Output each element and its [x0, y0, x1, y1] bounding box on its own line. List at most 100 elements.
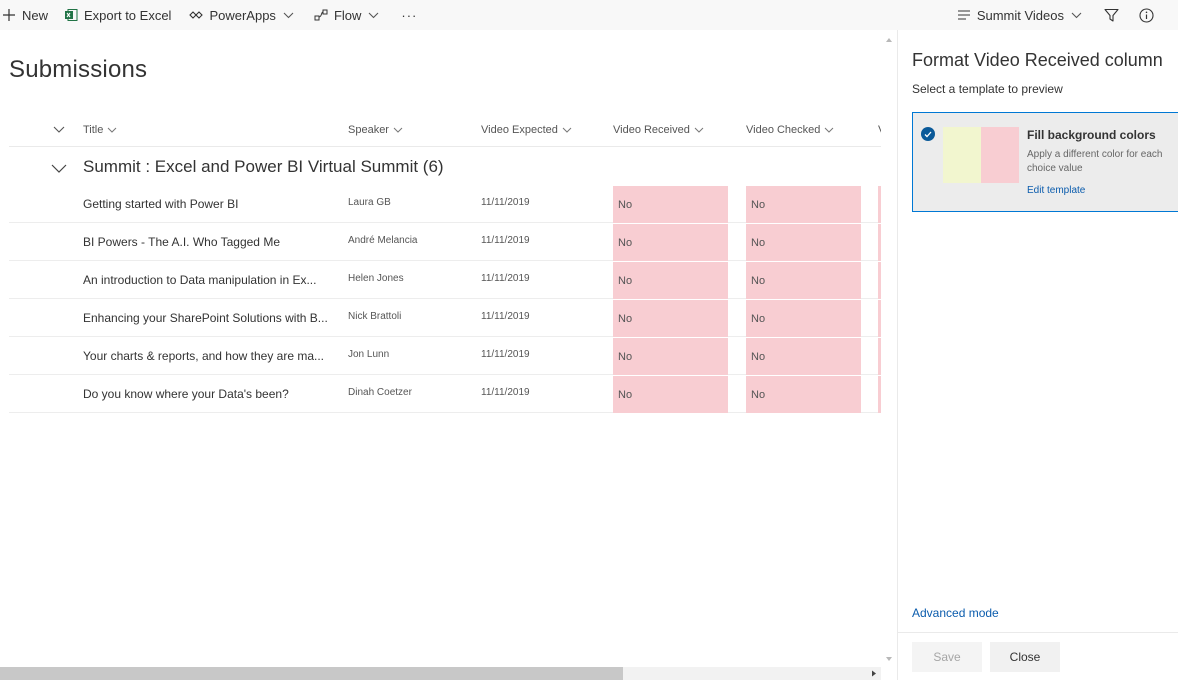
- row-received: No: [613, 300, 728, 337]
- panel-subtitle: Select a template to preview: [912, 82, 1063, 96]
- filter-button[interactable]: [1104, 0, 1119, 30]
- footer-divider: [898, 632, 1178, 633]
- export-to-excel-button[interactable]: Export to Excel: [64, 0, 179, 30]
- row-title[interactable]: BI Powers - The A.I. Who Tagged Me: [83, 223, 333, 260]
- row-received: No: [613, 224, 728, 261]
- checkmark-icon: [921, 127, 935, 141]
- row-checked: No: [746, 262, 861, 299]
- template-preview-yellow: [943, 127, 981, 183]
- chevron-down-icon: [283, 12, 294, 19]
- chevron-down-icon: [368, 12, 379, 19]
- row-speaker: Laura GB: [348, 197, 391, 208]
- format-column-panel: Format Video Received column Select a te…: [897, 30, 1178, 680]
- advanced-mode-link[interactable]: Advanced mode: [912, 606, 999, 620]
- horizontal-scrollbar[interactable]: [0, 667, 881, 680]
- info-button[interactable]: [1139, 0, 1178, 30]
- page-title: Submissions: [9, 56, 148, 83]
- edit-template-link[interactable]: Edit template: [1027, 185, 1085, 196]
- row-received: No: [613, 376, 728, 413]
- row-expected: 11/11/2019: [481, 273, 530, 284]
- row-checked: No: [746, 186, 861, 223]
- column-header-video-received[interactable]: Video Received: [613, 124, 704, 136]
- table-row[interactable]: An introduction to Data manipulation in …: [9, 261, 881, 299]
- header-divider: [9, 146, 881, 147]
- table-row[interactable]: Do you know where your Data's been? Dina…: [9, 375, 881, 413]
- flow-menu[interactable]: Flow: [314, 0, 387, 30]
- vertical-scrollbar[interactable]: [881, 30, 897, 680]
- row-checked: No: [746, 338, 861, 375]
- table-row[interactable]: Your charts & reports, and how they are …: [9, 337, 881, 375]
- template-description: Apply a different color for each choice …: [1027, 149, 1163, 174]
- row-expected: 11/11/2019: [481, 197, 530, 208]
- more-options-icon: ···: [401, 7, 418, 23]
- row-received: No: [613, 338, 728, 375]
- template-card-fill-background[interactable]: Fill background colors Apply a different…: [912, 112, 1178, 212]
- command-bar: New Export to Excel PowerApps Flow ··· S…: [0, 0, 1178, 30]
- row-speaker: Dinah Coetzer: [348, 387, 412, 398]
- export-label: Export to Excel: [84, 7, 172, 23]
- row-speaker: Helen Jones: [348, 273, 404, 284]
- template-name: Fill background colors: [1027, 128, 1156, 142]
- row-speaker: Jon Lunn: [348, 349, 390, 360]
- sharepoint-list-app: New Export to Excel PowerApps Flow ··· S…: [0, 0, 1178, 680]
- command-bar-right: Summit Videos: [957, 0, 1178, 30]
- excel-icon: [64, 8, 78, 22]
- chevron-down-icon: [393, 127, 403, 133]
- table-row[interactable]: Getting started with Power BI Laura GB 1…: [9, 185, 881, 223]
- table-row[interactable]: Enhancing your SharePoint Solutions with…: [9, 299, 881, 337]
- row-expected: 11/11/2019: [481, 311, 530, 322]
- column-received-label: Video Received: [613, 124, 690, 136]
- row-title[interactable]: Do you know where your Data's been?: [83, 375, 333, 412]
- row-received: No: [613, 262, 728, 299]
- column-header-title[interactable]: Title: [83, 124, 117, 136]
- row-title[interactable]: Enhancing your SharePoint Solutions with…: [83, 299, 333, 336]
- column-title-label: Title: [83, 124, 104, 136]
- flow-icon: [314, 9, 328, 21]
- scrollbar-thumb[interactable]: [0, 667, 623, 680]
- panel-title: Format Video Received column: [912, 50, 1163, 70]
- row-received: No: [613, 186, 728, 223]
- view-label: Summit Videos: [976, 7, 1064, 23]
- row-speaker: Nick Brattoli: [348, 311, 402, 322]
- column-speaker-label: Speaker: [348, 124, 389, 136]
- info-icon: [1139, 7, 1154, 23]
- filter-icon: [1104, 8, 1119, 23]
- new-label: New: [22, 7, 49, 23]
- close-button[interactable]: Close: [990, 642, 1060, 672]
- row-title[interactable]: Your charts & reports, and how they are …: [83, 337, 333, 374]
- scroll-arrows-icon: [886, 38, 892, 661]
- powerapps-menu[interactable]: PowerApps: [189, 0, 301, 30]
- scroll-right-arrow-icon[interactable]: [869, 667, 879, 680]
- view-switcher[interactable]: Summit Videos: [957, 0, 1082, 30]
- row-speaker: André Melancia: [348, 235, 418, 246]
- row-expected: 11/11/2019: [481, 349, 530, 360]
- select-all-toggle[interactable]: [53, 124, 65, 136]
- flow-label: Flow: [333, 7, 362, 23]
- new-button[interactable]: New: [2, 0, 56, 30]
- group-collapse-toggle[interactable]: [51, 160, 67, 178]
- chevron-down-icon: [562, 127, 572, 133]
- row-checked: No: [746, 224, 861, 261]
- chevron-down-icon: [824, 127, 834, 133]
- column-header-video-expected[interactable]: Video Expected: [481, 124, 572, 136]
- powerapps-icon: [189, 9, 204, 21]
- list-view: Submissions Title Speaker Video Expected…: [0, 30, 881, 680]
- more-options-button[interactable]: ···: [401, 0, 425, 30]
- chevron-down-icon: [107, 127, 117, 133]
- table-row[interactable]: BI Powers - The A.I. Who Tagged Me André…: [9, 223, 881, 261]
- row-checked: No: [746, 300, 861, 337]
- row-expected: 11/11/2019: [481, 235, 530, 246]
- group-header: Summit : Excel and Power BI Virtual Summ…: [83, 157, 444, 176]
- chevron-down-icon: [1071, 12, 1082, 19]
- powerapps-label: PowerApps: [209, 7, 276, 23]
- column-header-video-checked[interactable]: Video Checked: [746, 124, 834, 136]
- row-title[interactable]: An introduction to Data manipulation in …: [83, 261, 333, 298]
- chevron-down-icon: [53, 124, 65, 136]
- row-title[interactable]: Getting started with Power BI: [83, 185, 333, 222]
- save-button[interactable]: Save: [912, 642, 982, 672]
- list-view-icon: [957, 10, 971, 20]
- column-expected-label: Video Expected: [481, 124, 558, 136]
- column-checked-label: Video Checked: [746, 124, 821, 136]
- column-header-speaker[interactable]: Speaker: [348, 124, 403, 136]
- chevron-down-icon: [694, 127, 704, 133]
